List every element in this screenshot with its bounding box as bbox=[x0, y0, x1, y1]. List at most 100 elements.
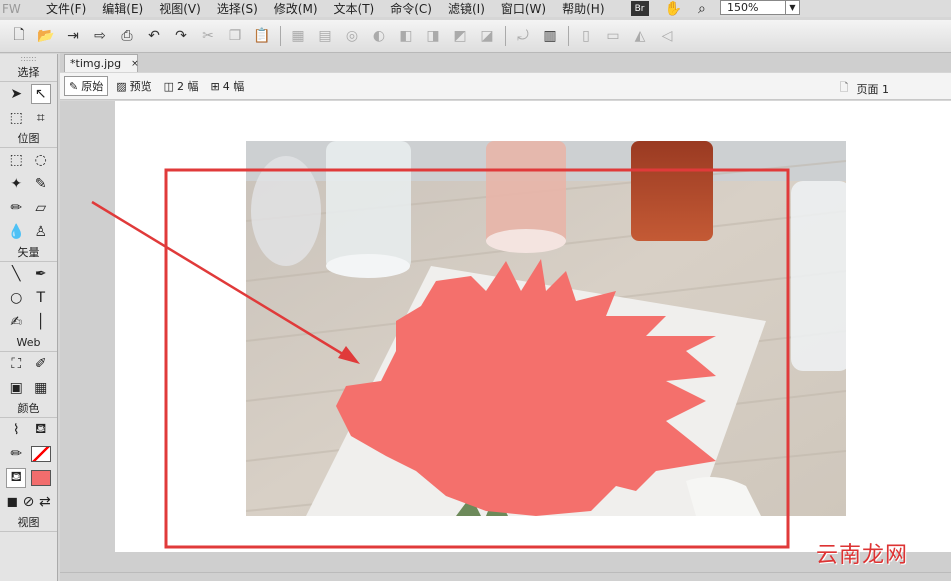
menu-view[interactable]: 视图(V) bbox=[151, 0, 209, 17]
text-icon[interactable]: T bbox=[31, 288, 51, 308]
view-preview-label: 预览 bbox=[129, 80, 152, 93]
photo-image[interactable] bbox=[246, 141, 846, 516]
swap-colors-icon[interactable]: ⇄ bbox=[37, 492, 53, 512]
watermark: 云南龙网 bbox=[816, 543, 909, 568]
tools-section-select: 选择 bbox=[0, 64, 57, 82]
eraser-icon[interactable]: ▱ bbox=[31, 198, 51, 218]
freeform-icon[interactable]: ✍ bbox=[6, 312, 26, 332]
scale-icon[interactable]: ⬚ bbox=[6, 108, 26, 128]
page-icon: 🗋 bbox=[839, 81, 849, 94]
no-color-icon[interactable]: ⊘ bbox=[20, 492, 36, 512]
view-2up-button[interactable]: ◫ 2 幅 bbox=[160, 76, 203, 96]
group-icon[interactable]: ▦ bbox=[289, 27, 307, 45]
knife-icon[interactable]: │ bbox=[31, 312, 51, 332]
default-colors-icon[interactable]: ◼ bbox=[4, 492, 20, 512]
main-toolbar: 🗋 📂 ⇥ ⇨ ⎙ ↶ ↷ ✂ ❐ 📋 ▦ ▤ ◎ ◐ ◧ ◨ ◩ ◪ ⤾ ▥ … bbox=[0, 20, 951, 53]
ellipse-icon[interactable]: ○ bbox=[6, 288, 26, 308]
export-icon[interactable]: ⇨ bbox=[91, 27, 109, 45]
close-icon[interactable]: × bbox=[131, 59, 139, 69]
menu-text[interactable]: 文本(T) bbox=[326, 0, 383, 17]
bring-forward-icon[interactable]: ◨ bbox=[424, 27, 442, 45]
align-left-icon[interactable]: ▯ bbox=[577, 27, 595, 45]
magic-wand-icon[interactable]: ✦ bbox=[6, 174, 26, 194]
menubar: FW 文件(F) 编辑(E) 视图(V) 选择(S) 修改(M) 文本(T) 命… bbox=[0, 0, 951, 17]
redo-icon[interactable]: ↷ bbox=[172, 27, 190, 45]
tools-section-view: 视图 bbox=[0, 514, 57, 532]
paste-icon[interactable]: 📋 bbox=[253, 27, 271, 45]
document-tab-title: *timg.jpg bbox=[70, 57, 122, 70]
toolbar-divider bbox=[568, 26, 569, 46]
page-indicator[interactable]: 🗋 页面 1 bbox=[840, 79, 889, 98]
join-icon[interactable]: ◎ bbox=[343, 27, 361, 45]
brush-icon[interactable]: ✎ bbox=[31, 174, 51, 194]
stroke-pencil-icon[interactable]: ✏ bbox=[6, 444, 26, 464]
fill-color-swatch[interactable] bbox=[30, 470, 51, 486]
eyedropper-icon[interactable]: ⌇ bbox=[6, 420, 26, 440]
two-up-icon: ◫ bbox=[163, 79, 175, 93]
cut-icon[interactable]: ✂ bbox=[199, 27, 217, 45]
panel-grip[interactable]: :::::: bbox=[0, 54, 57, 64]
pen-icon[interactable]: ✒ bbox=[31, 264, 51, 284]
view-original-label: 原始 bbox=[81, 80, 104, 93]
flip-vertical-icon[interactable]: ◁ bbox=[658, 27, 676, 45]
send-backward-icon[interactable]: ◩ bbox=[451, 27, 469, 45]
pointer-icon[interactable]: ➤ bbox=[6, 84, 26, 104]
send-back-icon[interactable]: ◪ bbox=[478, 27, 496, 45]
fill-bucket-icon[interactable]: ⛾ bbox=[6, 468, 27, 488]
tools-section-web: Web bbox=[0, 334, 57, 352]
zoom-select[interactable]: 150% ▼ bbox=[720, 0, 800, 15]
bridge-button[interactable]: Br bbox=[630, 1, 649, 16]
document-tab[interactable]: *timg.jpg × bbox=[64, 54, 139, 72]
rotate-icon[interactable]: ⤾ bbox=[514, 27, 532, 45]
tools-panel: :::::: 选择 ➤ ↖ ⬚ ⌗ 位图 ⬚ ◌ ✦ ✎ ✏ ▱ 💧 ♙ 矢量 ╲ ✒ ○ T … bbox=[0, 54, 58, 581]
new-doc-icon[interactable]: 🗋 bbox=[10, 27, 28, 45]
align-icon[interactable]: ▥ bbox=[541, 27, 559, 45]
image-icon: ▨ bbox=[116, 79, 127, 93]
flip-horizontal-icon[interactable]: ◭ bbox=[631, 27, 649, 45]
undo-icon[interactable]: ↶ bbox=[145, 27, 163, 45]
stamp-icon[interactable]: ♙ bbox=[31, 222, 51, 242]
marquee-icon[interactable]: ⬚ bbox=[6, 150, 26, 170]
menu-window[interactable]: 窗口(W) bbox=[493, 0, 554, 17]
open-icon[interactable]: 📂 bbox=[37, 27, 55, 45]
photo-svg bbox=[246, 141, 846, 516]
chevron-down-icon[interactable]: ▼ bbox=[785, 1, 799, 14]
menu-commands[interactable]: 命令(C) bbox=[382, 0, 440, 17]
horizontal-scrollbar[interactable] bbox=[60, 572, 951, 581]
pencil-icon[interactable]: ✏ bbox=[6, 198, 26, 218]
slice-icon[interactable]: ✐ bbox=[31, 354, 51, 374]
four-up-icon: ⊞ bbox=[210, 79, 220, 93]
subselect-icon[interactable]: ↖ bbox=[30, 84, 51, 104]
view-preview-button[interactable]: ▨ 预览 bbox=[112, 76, 155, 96]
view-4up-button[interactable]: ⊞ 4 幅 bbox=[207, 76, 249, 96]
menu-edit[interactable]: 编辑(E) bbox=[94, 0, 151, 17]
zoom-icon[interactable]: ⌕ bbox=[698, 1, 706, 17]
import-icon[interactable]: ⇥ bbox=[64, 27, 82, 45]
menu-help[interactable]: 帮助(H) bbox=[554, 0, 612, 17]
paint-bucket-icon[interactable]: ⛾ bbox=[31, 420, 51, 440]
menu-select[interactable]: 选择(S) bbox=[209, 0, 266, 17]
menu-modify[interactable]: 修改(M) bbox=[266, 0, 326, 17]
hotspot-icon[interactable]: ⛶ bbox=[6, 354, 26, 374]
copy-icon[interactable]: ❐ bbox=[226, 27, 244, 45]
ungroup-icon[interactable]: ▤ bbox=[316, 27, 334, 45]
hide-slices-icon[interactable]: ▣ bbox=[6, 378, 26, 398]
hand-icon[interactable]: ✋ bbox=[665, 1, 682, 17]
line-icon[interactable]: ╲ bbox=[6, 264, 26, 284]
print-icon[interactable]: ⎙ bbox=[118, 27, 136, 45]
stroke-color-swatch[interactable] bbox=[30, 446, 51, 462]
menu-filters[interactable]: 滤镜(I) bbox=[440, 0, 493, 17]
tools-section-bitmap: 位图 bbox=[0, 130, 57, 148]
zoom-value: 150% bbox=[727, 1, 759, 14]
view-original-button[interactable]: ✎ 原始 bbox=[64, 76, 109, 96]
bring-front-icon[interactable]: ◧ bbox=[397, 27, 415, 45]
tools-section-colors: 颜色 bbox=[0, 400, 57, 418]
align-top-icon[interactable]: ▭ bbox=[604, 27, 622, 45]
split-icon[interactable]: ◐ bbox=[370, 27, 388, 45]
crop-icon[interactable]: ⌗ bbox=[31, 108, 51, 128]
blur-icon[interactable]: 💧 bbox=[6, 222, 26, 242]
tools-section-vector: 矢量 bbox=[0, 244, 57, 262]
lasso-icon[interactable]: ◌ bbox=[31, 150, 51, 170]
show-slices-icon[interactable]: ▦ bbox=[31, 378, 51, 398]
menu-file[interactable]: 文件(F) bbox=[38, 0, 94, 17]
